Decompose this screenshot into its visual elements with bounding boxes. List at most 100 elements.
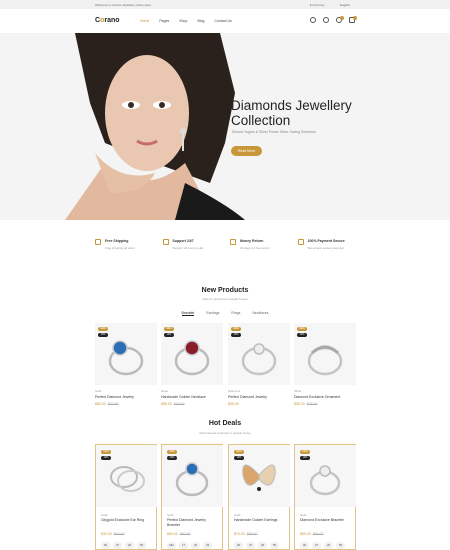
sale-badge: 10% <box>164 333 174 337</box>
sale-badge: 10% <box>234 456 244 460</box>
product-image[interactable]: NEW 10% <box>228 323 290 385</box>
logo-suffix: rano <box>104 17 120 24</box>
site-header: Corano Home Pages Shop Blog Contact Us <box>0 9 450 33</box>
product-image[interactable]: NEW 10% <box>161 323 223 385</box>
feature-title: Free Shipping <box>105 239 129 243</box>
product-price: $99.00 <box>228 402 290 406</box>
main-nav: Home Pages Shop Blog Contact Us <box>140 19 232 23</box>
deal-price: $30.00 $40.00 <box>101 532 124 536</box>
deal-name[interactable]: Citygold Exclusive Ear Ring <box>101 518 153 523</box>
deal-image[interactable] <box>96 445 157 507</box>
countdown-hours: 07 <box>312 542 321 549</box>
countdown-days: 00 <box>234 542 243 549</box>
cart-icon[interactable] <box>349 16 357 23</box>
price-old: $75.00 <box>306 402 318 406</box>
ring-image <box>175 462 209 497</box>
deal-card[interactable]: NEW 10% Gold Diamond Exclusive Bracelet … <box>294 444 356 550</box>
price-now: $55.00 <box>294 402 305 406</box>
new-badge: NEW <box>234 450 244 454</box>
nav-shop[interactable]: Shop <box>179 19 187 23</box>
tab-earrings[interactable]: Earrings <box>206 311 219 316</box>
product-name[interactable]: Diamond Exclusive Ornament <box>294 395 356 399</box>
feature-title: Support 24/7 <box>172 239 194 243</box>
welcome-text: Welcome to Corano Jewellery online store <box>95 3 152 7</box>
nav-contact[interactable]: Contact Us <box>214 19 231 23</box>
product-image[interactable]: NEW 10% <box>294 323 356 385</box>
feature-desc: We ensure secure payment <box>307 246 345 250</box>
new-badge: NEW <box>300 450 310 454</box>
deal-image[interactable] <box>162 445 223 507</box>
countdown: 00 07 26 55 <box>101 542 146 549</box>
price-old: $40.00 <box>113 532 125 536</box>
countdown-hours: 07 <box>113 542 122 549</box>
deal-card[interactable]: NEW 10% Gold Handmade Golden Earrings $7… <box>228 444 290 550</box>
product-card[interactable]: NEW 10% Diamond Perfect Diamond Jewelry … <box>228 323 290 406</box>
product-image[interactable]: NEW 10% <box>95 323 157 385</box>
feature-desc: Free shipping all order <box>105 246 135 250</box>
new-badge: NEW <box>167 450 177 454</box>
search-icon[interactable] <box>310 17 316 23</box>
deal-image[interactable] <box>295 445 356 507</box>
heart-icon[interactable] <box>336 16 344 23</box>
feature-free-shipping: Free Shipping Free shipping all order <box>90 232 158 268</box>
new-products-subtitle: Add our products to weekly lineup <box>202 297 248 301</box>
price-now: $60.00 <box>167 532 178 536</box>
hot-deals-subtitle: Add featured products to weekly lineup <box>199 431 251 435</box>
product-name[interactable]: Perfect Diamond Jewelry <box>228 395 290 399</box>
nav-pages[interactable]: Pages <box>159 19 169 23</box>
deal-name[interactable]: Handmade Golden Earrings <box>234 518 286 523</box>
product-card[interactable]: NEW 10% Silver Diamond Exclusive Ornamen… <box>294 323 356 406</box>
price-now: $55.00 <box>161 402 172 406</box>
product-card[interactable]: NEW 10% Gold Perfect Diamond Jewelry $60… <box>95 323 157 406</box>
hero-subtitle: Shukra Yogam & Silver Power Silver Savin… <box>232 130 317 134</box>
card-icon <box>297 239 304 245</box>
hot-deals-title: Hot Deals <box>208 420 242 427</box>
countdown: 662 17 26 33 <box>167 542 212 549</box>
read-more-button[interactable]: Read More <box>231 146 262 156</box>
logo[interactable]: Corano <box>95 17 120 24</box>
sale-badge: 10% <box>297 333 307 337</box>
currency-selector[interactable]: $ Currency <box>310 3 325 7</box>
user-icon[interactable] <box>323 17 329 23</box>
deal-card[interactable]: NEW 10% Gold Perfect Diamond Jewelry Bra… <box>161 444 223 550</box>
sale-badge: 10% <box>167 456 177 460</box>
deal-image[interactable] <box>229 445 290 507</box>
countdown-hours: 07 <box>246 542 255 549</box>
sale-badge: 10% <box>98 333 108 337</box>
countdown-mins: 26 <box>258 542 267 549</box>
tab-rings[interactable]: Rings <box>231 311 240 316</box>
nav-blog[interactable]: Blog <box>197 19 204 23</box>
deal-price: $50.00 $60.00 <box>300 532 323 536</box>
countdown-days: 00 <box>300 542 309 549</box>
language-selector[interactable]: English <box>340 3 350 7</box>
nav-home[interactable]: Home <box>140 19 149 23</box>
tab-necklaces[interactable]: Necklaces <box>252 311 268 316</box>
countdown-secs: 55 <box>137 542 146 549</box>
hero-banner: Diamonds Jewellery Collection Shukra Yog… <box>0 33 450 220</box>
new-products-title: New Products <box>201 287 249 294</box>
deal-price: $70.00 $80.00 <box>234 532 257 536</box>
price-old: $80.00 <box>246 532 258 536</box>
new-badge: NEW <box>164 327 174 331</box>
price-old: $70.00 <box>173 402 185 406</box>
deal-name[interactable]: Diamond Exclusive Bracelet <box>300 518 352 523</box>
new-badge: NEW <box>98 327 108 331</box>
deal-card[interactable]: NEW 10% Gold Citygold Exclusive Ear Ring… <box>95 444 157 550</box>
money-icon <box>230 239 236 245</box>
feature-money-return: Money Return 30 days for free return <box>225 232 293 268</box>
product-price: $55.00 $75.00 <box>294 402 356 406</box>
product-category: Gold <box>95 389 102 393</box>
product-name[interactable]: Handmade Golden Necklace <box>161 395 223 399</box>
product-category: Diamond <box>228 389 241 393</box>
price-now: $60.00 <box>95 402 106 406</box>
countdown-secs: 55 <box>336 542 345 549</box>
product-card[interactable]: NEW 10% Rose Handmade Golden Necklace $5… <box>161 323 223 406</box>
product-name[interactable]: Perfect Diamond Jewelry <box>95 395 157 399</box>
deal-name[interactable]: Perfect Diamond Jewelry Bracelet <box>167 518 219 527</box>
header-icons <box>310 16 357 23</box>
countdown-mins: 26 <box>191 542 200 549</box>
feature-title: Money Return <box>240 239 264 243</box>
new-badge: NEW <box>231 327 241 331</box>
support-icon <box>162 239 169 245</box>
tab-bracelet[interactable]: Bracelet <box>181 311 195 316</box>
